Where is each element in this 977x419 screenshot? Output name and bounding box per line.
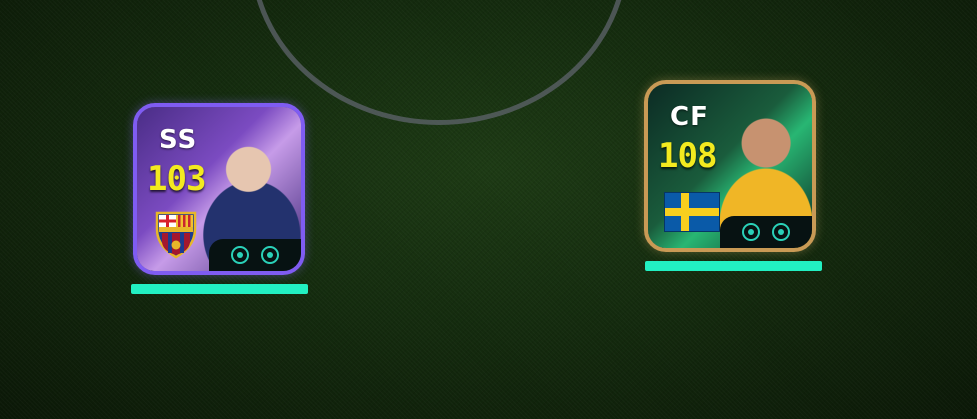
skill-icon bbox=[742, 223, 760, 241]
skill-tray bbox=[720, 216, 812, 248]
player-position: SS bbox=[159, 125, 198, 155]
player-rating: 103 bbox=[147, 159, 206, 199]
stamina-fill bbox=[645, 261, 822, 271]
skill-tray bbox=[209, 239, 301, 271]
stamina-fill bbox=[131, 284, 308, 294]
player-card-cf[interactable]: CF 108 bbox=[644, 80, 816, 252]
stamina-bar bbox=[645, 261, 822, 271]
player-card-ss[interactable]: SS 103 bbox=[133, 103, 305, 275]
sweden-flag-icon bbox=[664, 192, 720, 232]
skill-icon bbox=[231, 246, 249, 264]
club-crest-icon bbox=[155, 211, 197, 259]
pitch: SS 103 CF 108 bbox=[0, 0, 977, 419]
player-position: CF bbox=[670, 102, 709, 132]
stamina-bar bbox=[131, 284, 308, 294]
skill-icon bbox=[261, 246, 279, 264]
player-rating: 108 bbox=[658, 136, 717, 176]
skill-icon bbox=[772, 223, 790, 241]
